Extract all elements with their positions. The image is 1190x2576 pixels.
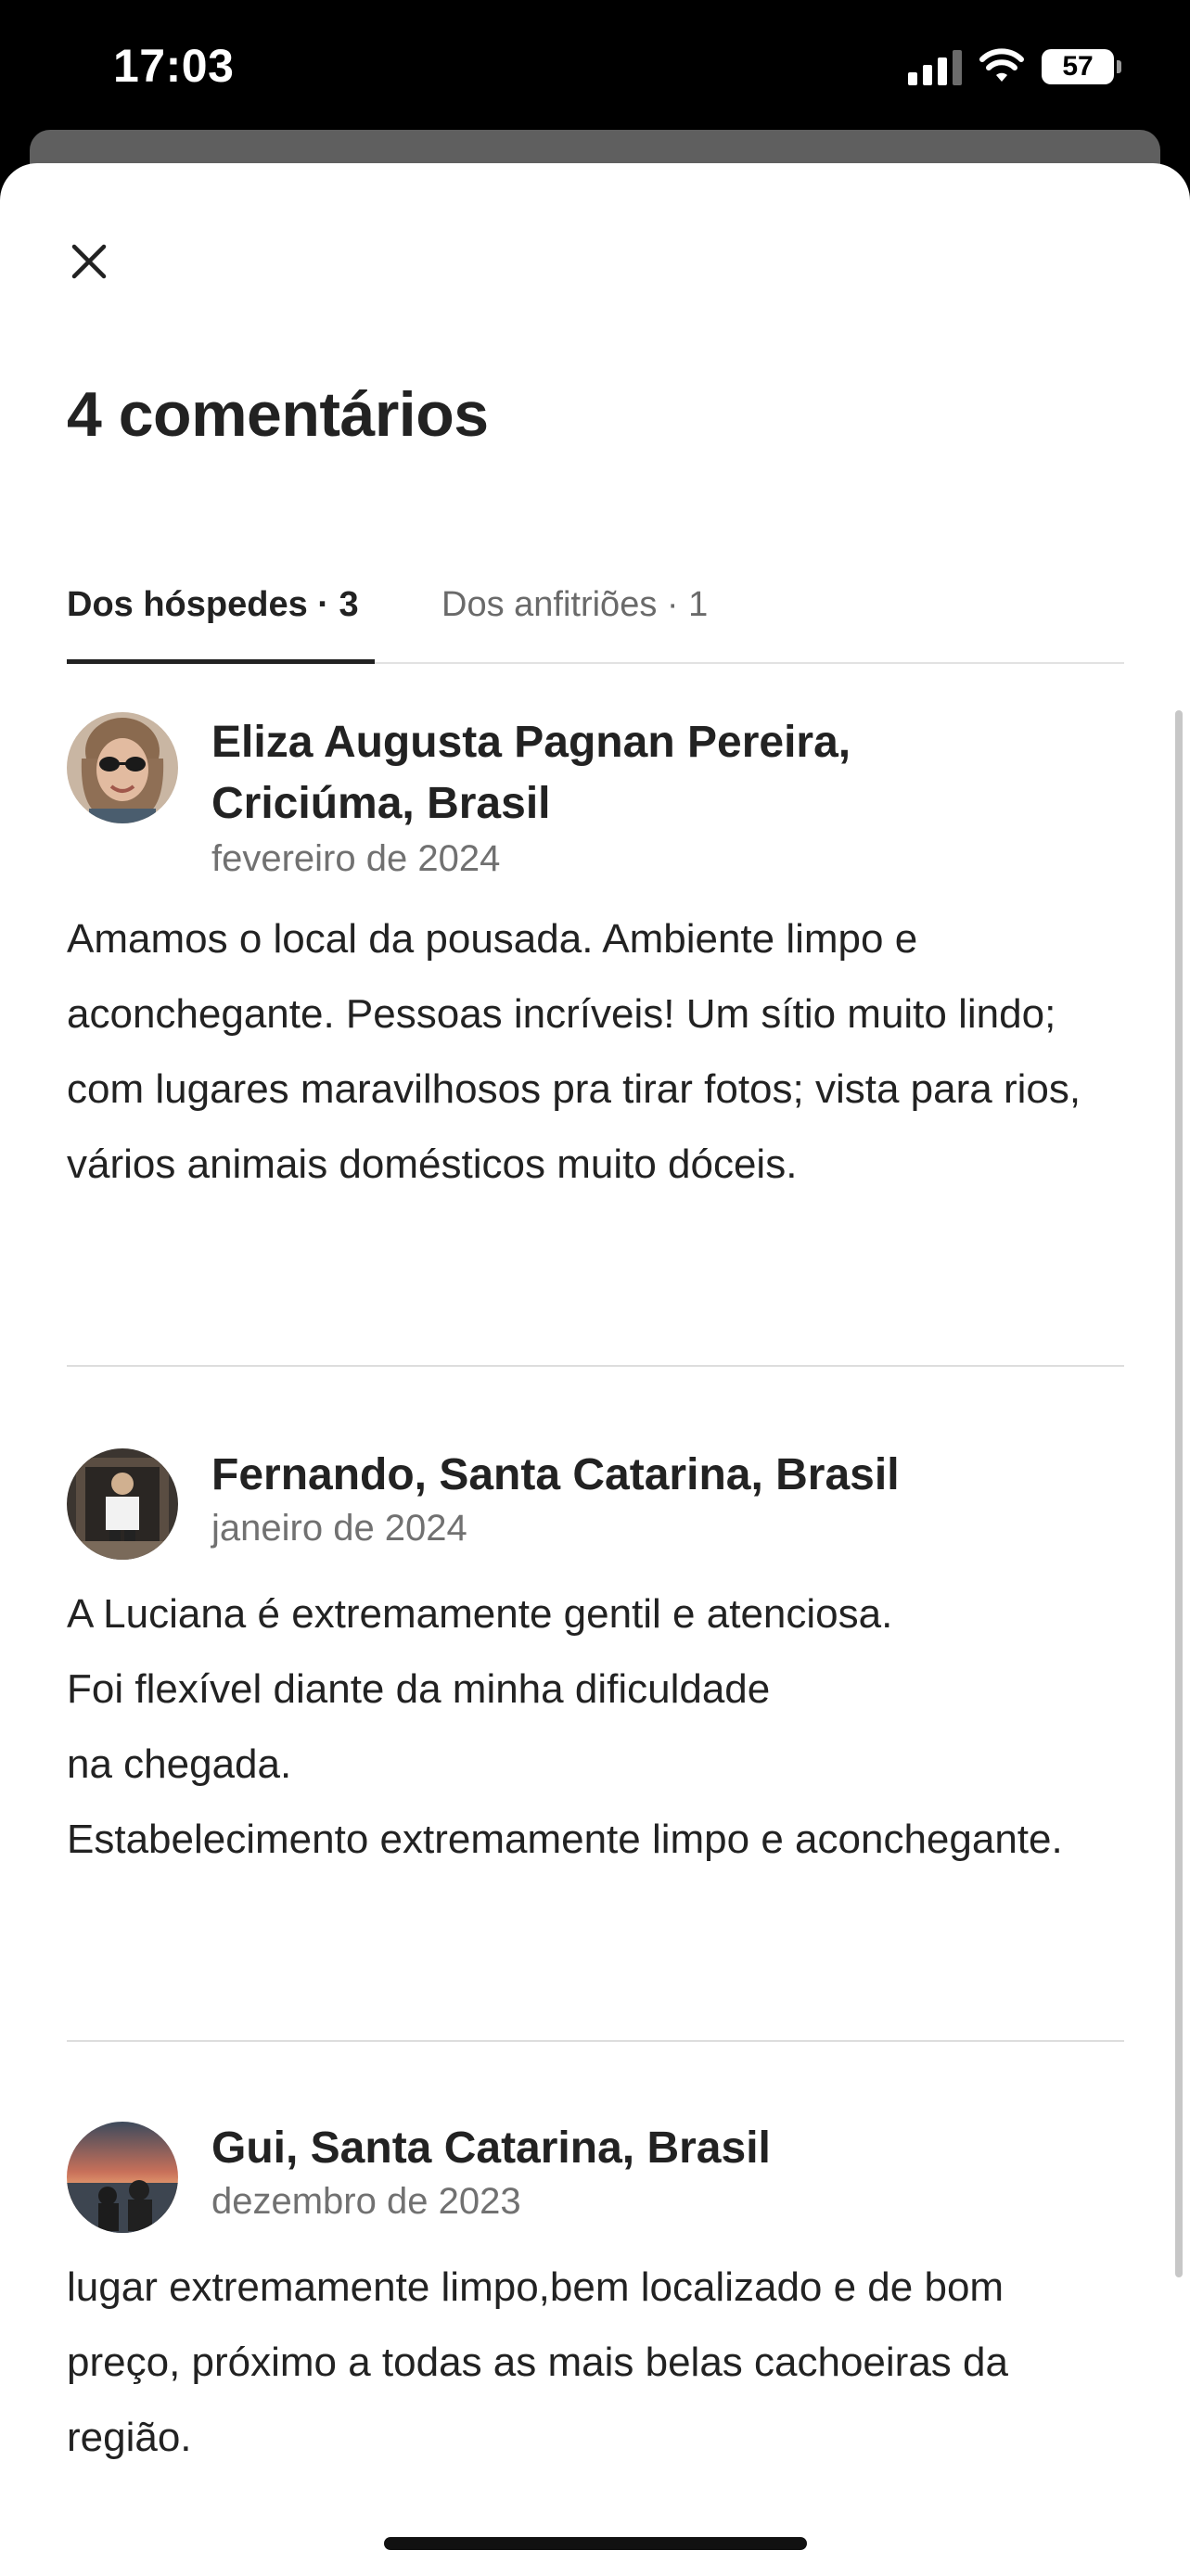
review-header: Gui, Santa Catarina, Brasil dezembro de … — [67, 2122, 1124, 2251]
tab-hosts[interactable]: Dos anfitriões · 1 — [441, 571, 708, 664]
review-header: Eliza Augusta Pagnan Pereira, Criciúma, … — [67, 712, 1124, 898]
review-header: Fernando, Santa Catarina, Brasil janeiro… — [67, 1448, 1124, 1578]
battery-icon: 57 — [1042, 49, 1121, 84]
review-date: fevereiro de 2024 — [211, 838, 501, 879]
review-text: Amamos o local da pousada. Ambiente limp… — [67, 916, 1081, 1187]
page-title: 4 comentários — [67, 379, 489, 450]
divider — [67, 1365, 1124, 1367]
battery-level: 57 — [1062, 51, 1094, 82]
review-item: Eliza Augusta Pagnan Pereira, Criciúma, … — [67, 712, 1124, 1202]
wifi-icon — [979, 48, 1024, 82]
status-time: 17:03 — [113, 40, 235, 92]
tab-guests[interactable]: Dos hóspedes · 3 — [67, 571, 375, 664]
tabs: Dos hóspedes · 3 Dos anfitriões · 1 — [67, 571, 1124, 664]
scrollbar[interactable] — [1175, 710, 1183, 2277]
avatar — [67, 1448, 178, 1560]
review-date: janeiro de 2024 — [211, 1508, 467, 1549]
avatar — [67, 712, 178, 823]
review-text: A Luciana é extremamente gentil e atenci… — [67, 1591, 1063, 1862]
reviewer-name: Eliza Augusta Pagnan Pereira, Criciúma, … — [211, 718, 851, 828]
reviewer-name: Gui, Santa Catarina, Brasil — [211, 2123, 771, 2173]
review-item: Gui, Santa Catarina, Brasil dezembro de … — [67, 2122, 1124, 2475]
divider — [67, 2040, 1124, 2042]
close-icon — [71, 244, 107, 279]
reviews-sheet: 4 comentários Dos hóspedes · 3 Dos anfit… — [0, 163, 1190, 2576]
status-bar: 17:03 57 — [0, 0, 1190, 130]
review-item: Fernando, Santa Catarina, Brasil janeiro… — [67, 1448, 1124, 1877]
reviewer-name: Fernando, Santa Catarina, Brasil — [211, 1450, 900, 1499]
home-indicator[interactable] — [384, 2537, 807, 2550]
avatar — [67, 2122, 178, 2233]
review-date: dezembro de 2023 — [211, 2181, 521, 2222]
status-indicators: 57 — [908, 45, 1121, 89]
review-text: lugar extremamente limpo,bem localizado … — [67, 2264, 1008, 2460]
close-button[interactable] — [58, 230, 121, 293]
signal-icon — [908, 48, 962, 85]
